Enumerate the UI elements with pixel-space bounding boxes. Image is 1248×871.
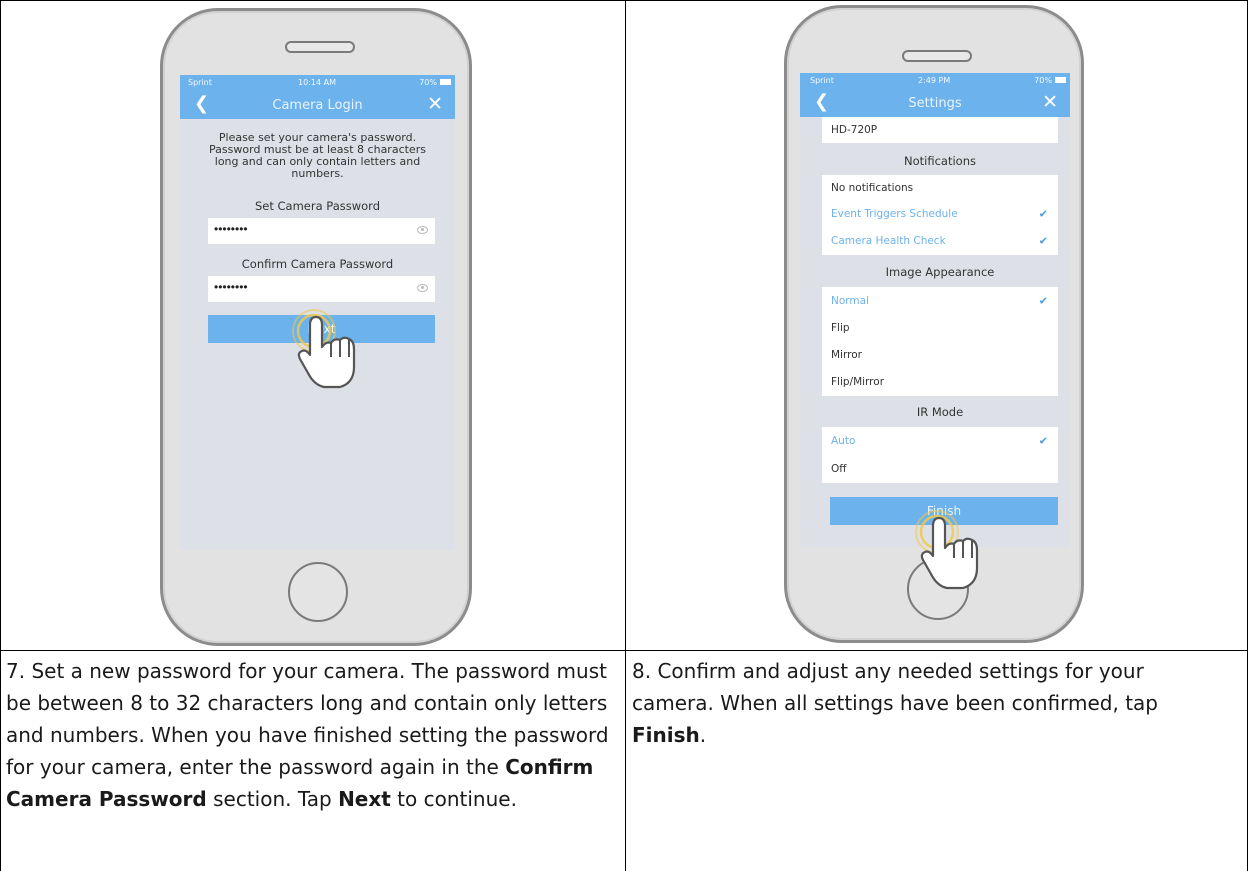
set-password-label: Set Camera Password: [254, 199, 381, 213]
step-7-caption: 7. Set a new password for your camera. T…: [6, 659, 609, 811]
clock-label: 10:14 AM: [298, 78, 336, 87]
close-icon[interactable]: ✕: [1042, 91, 1058, 113]
list-item-flip[interactable]: Flip: [822, 314, 1058, 341]
nav-bar: ❮ Settings ✕: [800, 89, 1070, 117]
carrier-label: Sprint: [188, 78, 212, 87]
nav-title: Camera Login: [272, 98, 363, 113]
check-icon: ✔: [1038, 207, 1048, 221]
resolution-row[interactable]: HD-720P: [822, 117, 1058, 143]
finish-emphasis: Finish: [632, 723, 700, 747]
password-value: ••••••••: [214, 222, 248, 236]
clock-label: 2:49 PM: [918, 76, 951, 85]
password-value: ••••••••: [214, 280, 248, 294]
carrier-label: Sprint: [810, 76, 834, 85]
notifications-header: Notifications: [904, 154, 976, 168]
status-bar: Sprint 10:14 AM 70%: [180, 75, 455, 91]
tap-hand-icon: [915, 510, 979, 590]
eye-icon[interactable]: [417, 284, 428, 292]
set-password-input[interactable]: ••••••••: [208, 218, 435, 244]
battery-icon: [440, 79, 451, 85]
ir-mode-header: IR Mode: [916, 405, 964, 419]
phone-speaker: [902, 50, 972, 62]
status-bar: Sprint 2:49 PM 70%: [800, 73, 1070, 89]
list-item-mirror[interactable]: Mirror: [822, 341, 1058, 368]
next-emphasis: Next: [338, 787, 391, 811]
check-icon: ✔: [1038, 434, 1048, 448]
resolution-label: HD-720P: [831, 124, 878, 136]
image-appearance-header: Image Appearance: [885, 265, 995, 279]
settings-screen: Sprint 2:49 PM 70% ❮ Settings ✕ HD-720P …: [800, 73, 1070, 547]
list-item-auto[interactable]: Auto ✔: [822, 427, 1058, 455]
step-8-caption: 8. Confirm and adjust any needed setting…: [632, 659, 1158, 747]
list-item-camera-health-check[interactable]: Camera Health Check ✔: [822, 227, 1058, 255]
home-button: [288, 562, 348, 622]
list-item-no-notifications[interactable]: No notifications: [822, 175, 1058, 201]
left-phone: Sprint 10:14 AM 70% ❮ Camera Login ✕ Ple…: [160, 8, 472, 646]
check-icon: ✔: [1038, 294, 1048, 307]
phone-speaker: [285, 41, 355, 53]
eye-icon[interactable]: [417, 226, 428, 234]
list-item-off[interactable]: Off: [822, 455, 1058, 483]
list-item-flip-mirror[interactable]: Flip/Mirror: [822, 368, 1058, 396]
nav-bar: ❮ Camera Login ✕: [180, 91, 455, 119]
list-item-event-triggers-schedule[interactable]: Event Triggers Schedule ✔: [822, 201, 1058, 227]
table-border-top: [0, 0, 1248, 1]
close-icon[interactable]: ✕: [427, 93, 443, 115]
confirm-password-input[interactable]: ••••••••: [208, 276, 435, 302]
battery-icon: [1055, 77, 1066, 83]
tap-hand-icon: [292, 309, 356, 389]
nav-title: Settings: [908, 96, 962, 111]
password-instructions: Please set your camera's password. Passw…: [209, 131, 426, 180]
table-divider-horizontal: [0, 650, 1248, 651]
table-border-left: [0, 0, 1, 871]
right-phone: Sprint 2:49 PM 70% ❮ Settings ✕ HD-720P …: [784, 5, 1084, 643]
table-divider-vertical: [625, 0, 626, 871]
confirm-password-label: Confirm Camera Password: [241, 257, 394, 271]
document-table: Sprint 10:14 AM 70% ❮ Camera Login ✕ Ple…: [0, 0, 1248, 871]
camera-login-screen: Sprint 10:14 AM 70% ❮ Camera Login ✕ Ple…: [180, 75, 455, 550]
check-icon: ✔: [1038, 234, 1048, 248]
list-item-normal[interactable]: Normal ✔: [822, 287, 1058, 314]
battery-label: 70%: [419, 78, 437, 87]
battery-label: 70%: [1034, 76, 1052, 85]
